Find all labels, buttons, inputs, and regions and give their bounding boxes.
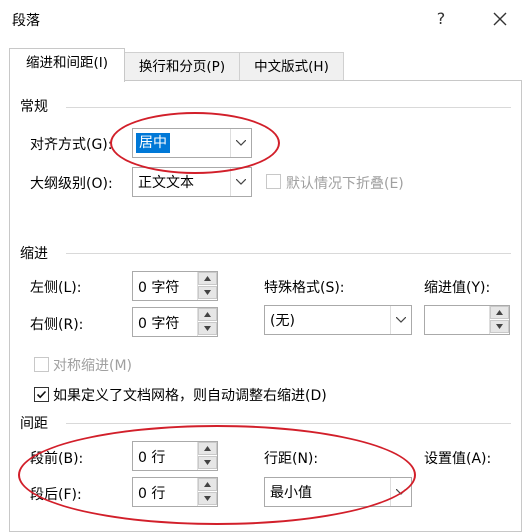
tab-asian-typography[interactable]: 中文版式(H): [239, 52, 344, 81]
alignment-label: 对齐方式(G):: [30, 137, 113, 153]
indent-section-label: 缩进: [20, 246, 48, 262]
space-after-stepper[interactable]: 0 行: [132, 477, 218, 507]
special-indent-value: (无): [270, 313, 295, 329]
help-button[interactable]: ?: [427, 6, 455, 32]
space-before-stepper[interactable]: 0 行: [132, 441, 218, 471]
checkmark-icon: [36, 390, 47, 399]
chevron-down-icon[interactable]: [390, 306, 411, 334]
title-bar: 段落 ?: [0, 0, 530, 38]
chevron-down-icon[interactable]: [230, 168, 251, 196]
left-indent-label: 左侧(L):: [30, 280, 82, 296]
alignment-value: 居中: [136, 133, 170, 153]
left-indent-value: 0 字符: [138, 280, 180, 296]
space-before-value: 0 行: [138, 450, 166, 466]
space-after-label: 段后(F):: [30, 487, 82, 503]
stepper-buttons: [489, 306, 509, 334]
left-indent-stepper[interactable]: 0 字符: [132, 271, 218, 301]
auto-adjust-label: 如果定义了文档网格，则自动调整右缩进(D): [53, 388, 327, 404]
alignment-select[interactable]: 居中: [132, 128, 252, 158]
stepper-buttons: [197, 308, 217, 336]
right-indent-label: 右侧(R):: [30, 317, 84, 333]
right-indent-value: 0 字符: [138, 316, 180, 332]
spin-up-button[interactable]: [198, 478, 217, 491]
collapse-label: 默认情况下折叠(E): [286, 176, 404, 192]
collapse-checkbox[interactable]: [266, 174, 281, 189]
dialog-title: 段落: [12, 13, 40, 29]
indent-by-label: 缩进值(Y):: [424, 280, 491, 296]
chevron-down-icon[interactable]: [390, 478, 411, 506]
divider: [66, 423, 511, 424]
auto-adjust-checkbox[interactable]: [34, 387, 49, 402]
general-section-label: 常规: [20, 99, 48, 115]
spin-down-button[interactable]: [198, 322, 217, 335]
special-indent-select[interactable]: (无): [264, 305, 412, 335]
tab-bar: 缩进和间距(I) 换行和分页(P) 中文版式(H): [9, 48, 521, 82]
stepper-buttons: [197, 442, 217, 470]
close-icon: [493, 12, 507, 26]
divider: [66, 107, 511, 108]
close-button[interactable]: [486, 6, 514, 32]
spin-down-button[interactable]: [490, 320, 509, 333]
spin-up-button[interactable]: [198, 272, 217, 285]
stepper-buttons: [197, 478, 217, 506]
spin-up-button[interactable]: [490, 306, 509, 319]
outline-level-value: 正文文本: [138, 175, 194, 191]
spin-up-button[interactable]: [198, 442, 217, 455]
tab-panel: 常规 对齐方式(G): 居中 大纲级别(O): 正文文本 默认情况下折叠(E) …: [9, 80, 522, 532]
spacing-section-label: 间距: [20, 416, 48, 432]
tab-indents-spacing[interactable]: 缩进和间距(I): [9, 48, 125, 82]
spin-down-button[interactable]: [198, 492, 217, 505]
spin-up-button[interactable]: [198, 308, 217, 321]
mirror-indent-checkbox[interactable]: [34, 357, 49, 372]
right-indent-stepper[interactable]: 0 字符: [132, 307, 218, 337]
special-indent-label: 特殊格式(S):: [264, 280, 345, 296]
line-spacing-select[interactable]: 最小值: [264, 477, 412, 507]
indent-by-stepper[interactable]: [424, 305, 510, 335]
stepper-buttons: [197, 272, 217, 300]
chevron-down-icon[interactable]: [230, 129, 251, 157]
spin-down-button[interactable]: [198, 286, 217, 299]
spin-down-button[interactable]: [198, 456, 217, 469]
mirror-indent-label: 对称缩进(M): [53, 358, 133, 374]
space-after-value: 0 行: [138, 486, 166, 502]
divider: [66, 253, 511, 254]
outline-level-label: 大纲级别(O):: [30, 176, 113, 192]
tab-line-page-breaks[interactable]: 换行和分页(P): [124, 52, 240, 81]
paragraph-dialog: 段落 ? 缩进和间距(I) 换行和分页(P) 中文版式(H) 常规 对齐方式(G…: [0, 0, 530, 532]
space-before-label: 段前(B):: [30, 451, 84, 467]
outline-level-select[interactable]: 正文文本: [132, 167, 252, 197]
line-spacing-label: 行距(N):: [264, 451, 319, 467]
line-spacing-value: 最小值: [270, 485, 312, 501]
spacing-at-label: 设置值(A):: [424, 451, 492, 467]
